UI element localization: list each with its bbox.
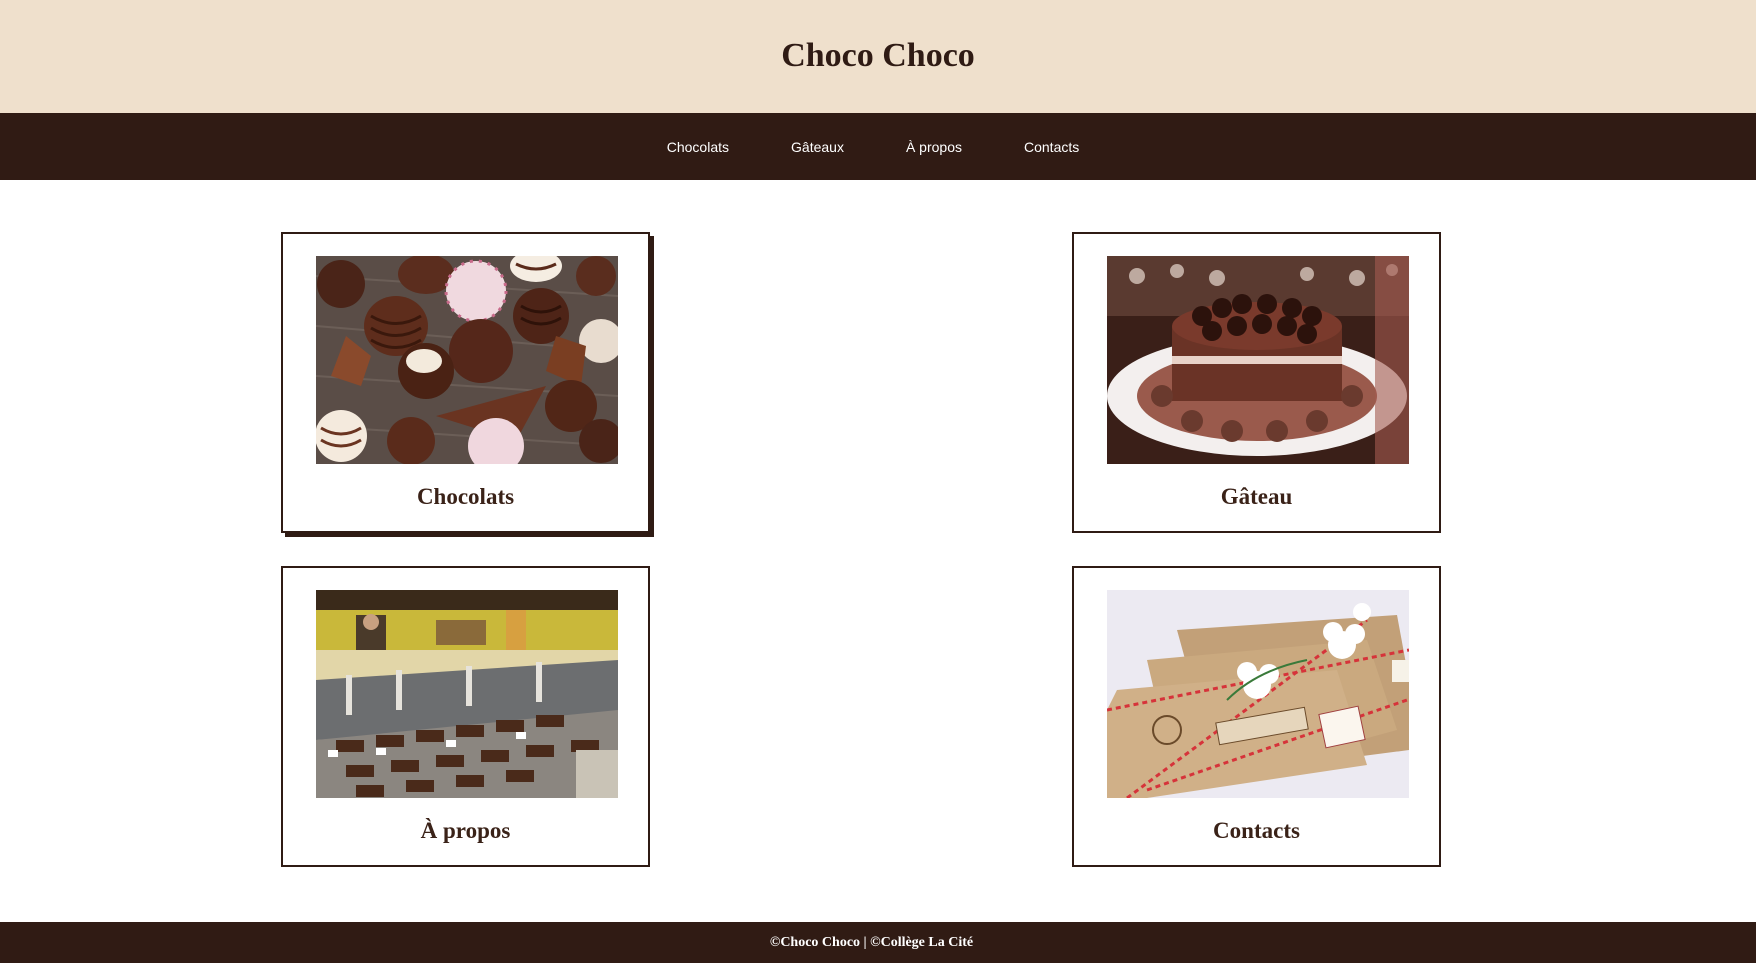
nav-link-gateaux[interactable]: Gâteaux [791, 139, 844, 155]
card-label: À propos [420, 818, 511, 843]
chocolates-photo [316, 256, 618, 464]
nav-links: Chocolats Gâteaux À propos Contacts [636, 139, 1111, 155]
card-contacts[interactable]: Contacts [1072, 566, 1441, 867]
wrapped-chocolate-bars-photo [1107, 590, 1409, 798]
chocolate-cake-photo [1107, 256, 1409, 464]
nav-link-a-propos[interactable]: À propos [906, 139, 962, 155]
card-a-propos[interactable]: À propos [281, 566, 650, 867]
site-title: Choco Choco [781, 36, 975, 74]
site-footer: ©Choco Choco | ©Collège La Cité [0, 922, 1756, 963]
main-nav: Chocolats Gâteaux À propos Contacts [0, 113, 1756, 180]
chocolate-shop-display-photo [316, 590, 618, 798]
card-gateau[interactable]: Gâteau [1072, 232, 1441, 533]
card-label: Gâteau [1220, 484, 1293, 509]
card-label: Chocolats [416, 484, 515, 509]
nav-link-contacts[interactable]: Contacts [1024, 139, 1079, 155]
nav-link-chocolats[interactable]: Chocolats [667, 139, 729, 155]
site-header: Choco Choco [0, 0, 1756, 113]
card-chocolats[interactable]: Chocolats [281, 232, 650, 533]
footer-copyright: ©Choco Choco | ©Collège La Cité [769, 934, 974, 950]
card-label: Contacts [1213, 818, 1300, 843]
